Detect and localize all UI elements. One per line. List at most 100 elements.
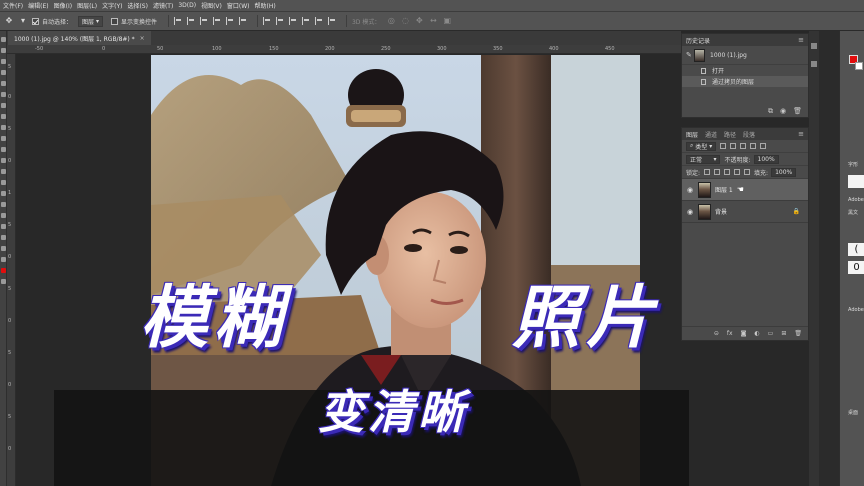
path-select-tool-icon[interactable] <box>1 213 6 218</box>
panel-menu-icon[interactable]: ≡ <box>798 36 804 44</box>
blur-tool-icon[interactable] <box>1 169 6 174</box>
menu-view[interactable]: 视图(V) <box>201 1 222 10</box>
brush-tool-icon[interactable] <box>1 114 6 119</box>
type-tool-icon[interactable] <box>1 202 6 207</box>
tab-channels[interactable]: 通道 <box>705 130 717 139</box>
panel-toggle-icon[interactable] <box>811 61 817 67</box>
quick-select-tool-icon[interactable] <box>1 70 6 75</box>
trash-icon[interactable]: 🗑 <box>793 107 802 115</box>
lock-position-icon[interactable] <box>724 169 731 175</box>
history-item-layer-via-copy[interactable]: 通过拷贝的图层 <box>682 76 808 87</box>
filter-pixel-icon[interactable] <box>720 143 727 149</box>
distribute-left-icon[interactable] <box>301 17 310 25</box>
distribute-bottom-icon[interactable] <box>288 17 297 25</box>
menu-file[interactable]: 文件(F) <box>3 1 23 10</box>
3d-scale-icon[interactable]: ▣ <box>442 16 452 26</box>
fx-icon[interactable]: fx <box>727 330 733 337</box>
menu-edit[interactable]: 编辑(E) <box>28 1 48 10</box>
glyph-box[interactable]: 0 <box>848 261 864 274</box>
marquee-tool-icon[interactable] <box>1 48 6 53</box>
lock-artboard-icon[interactable] <box>734 169 741 175</box>
distribute-middle-icon[interactable] <box>275 17 284 25</box>
eyedropper-tool-icon[interactable] <box>1 92 6 97</box>
lock-transparent-icon[interactable] <box>704 169 711 175</box>
eye-icon[interactable]: ◉ <box>687 208 698 216</box>
3d-roll-icon[interactable]: ◌ <box>400 16 410 26</box>
move-tool-icon[interactable]: ✥ <box>4 16 14 26</box>
background-color-swatch[interactable] <box>855 62 863 70</box>
3d-rotate-icon[interactable]: ◎ <box>386 16 396 26</box>
layer-row-background[interactable]: ◉ 背景 🔒 <box>682 201 808 223</box>
menu-help[interactable]: 帮助(H) <box>255 1 276 10</box>
menu-window[interactable]: 窗口(W) <box>227 1 250 10</box>
hand-tool-icon[interactable] <box>1 235 6 240</box>
stamp-tool-icon[interactable] <box>1 125 6 130</box>
tab-history[interactable]: 历史记录 <box>686 36 710 45</box>
more-tools-icon[interactable] <box>1 257 6 262</box>
align-top-icon[interactable] <box>212 17 221 25</box>
eye-icon[interactable]: ◉ <box>687 186 698 194</box>
foreground-color-swatch[interactable] <box>1 268 6 273</box>
history-snapshot[interactable]: ✎ 1000 (1).jpg <box>682 46 808 65</box>
align-left-icon[interactable] <box>173 17 182 25</box>
tab-paths[interactable]: 路径 <box>724 130 736 139</box>
gradient-tool-icon[interactable] <box>1 158 6 163</box>
tab-layers[interactable]: 图层 <box>686 130 698 139</box>
menu-type[interactable]: 文字(Y) <box>102 1 122 10</box>
menu-select[interactable]: 选择(S) <box>127 1 148 10</box>
menu-filter[interactable]: 滤镜(T) <box>153 1 173 10</box>
lock-image-icon[interactable] <box>714 169 721 175</box>
history-brush-icon[interactable]: ✎ <box>686 51 694 59</box>
align-bottom-icon[interactable] <box>238 17 247 25</box>
camera-icon[interactable]: ◉ <box>780 107 786 115</box>
pen-tool-icon[interactable] <box>1 191 6 196</box>
chevron-down-icon[interactable]: ▾ <box>18 16 28 26</box>
healing-tool-icon[interactable] <box>1 103 6 108</box>
filter-adjustment-icon[interactable] <box>730 143 737 149</box>
panel-toggle-icon[interactable] <box>811 43 817 49</box>
link-layers-icon[interactable]: ⊝ <box>714 330 719 337</box>
auto-select-checkbox[interactable] <box>32 17 39 25</box>
show-transform-checkbox[interactable] <box>110 17 118 25</box>
filter-type-icon[interactable] <box>740 143 747 149</box>
new-document-from-state-icon[interactable]: ⧉ <box>768 107 773 116</box>
align-middle-icon[interactable] <box>225 17 234 25</box>
adjustment-layer-icon[interactable]: ◐ <box>754 330 759 337</box>
trash-icon[interactable]: 🗑 <box>794 330 802 337</box>
document-tab[interactable]: 1000 (1).jpg @ 140% (图层 1, RGB/8#) * × <box>8 31 151 45</box>
shape-tool-icon[interactable] <box>1 224 6 229</box>
new-group-icon[interactable]: ▭ <box>768 330 774 337</box>
layer-name[interactable]: 图层 1 <box>715 185 733 194</box>
align-right-icon[interactable] <box>199 17 208 25</box>
3d-slide-icon[interactable]: ↔ <box>428 16 438 26</box>
add-mask-icon[interactable]: ◙ <box>741 330 747 337</box>
move-tool-icon[interactable] <box>1 37 6 42</box>
blend-mode-select[interactable]: 正常 ▾ <box>686 154 721 164</box>
new-layer-icon[interactable]: ⊞ <box>781 330 786 337</box>
eraser-tool-icon[interactable] <box>1 147 6 152</box>
filter-kind-select[interactable]: ⌕ 类型 ▾ <box>686 141 717 151</box>
filter-smart-object-icon[interactable] <box>760 143 767 149</box>
layer-name[interactable]: 背景 <box>715 207 727 216</box>
auto-select-dropdown[interactable]: 图层 ▾ <box>78 15 103 27</box>
menu-image[interactable]: 图像(I) <box>54 1 72 10</box>
panel-menu-icon[interactable]: ≡ <box>798 130 804 138</box>
tab-paragraph[interactable]: 段落 <box>743 130 755 139</box>
distribute-right-icon[interactable] <box>327 17 336 25</box>
fill-input[interactable]: 100% <box>771 167 797 177</box>
lock-all-icon[interactable] <box>744 169 751 175</box>
zoom-tool-icon[interactable] <box>1 246 6 251</box>
opacity-input[interactable]: 100% <box>753 154 779 164</box>
menu-3d[interactable]: 3D(D) <box>178 2 196 9</box>
close-icon[interactable]: × <box>140 35 145 42</box>
distribute-top-icon[interactable] <box>262 17 271 25</box>
dodge-tool-icon[interactable] <box>1 180 6 185</box>
glyph-box[interactable]: ( <box>848 243 864 256</box>
menu-layer[interactable]: 图层(L) <box>77 1 97 10</box>
filter-shape-icon[interactable] <box>750 143 757 149</box>
history-item-open[interactable]: 打开 <box>682 65 808 76</box>
crop-tool-icon[interactable] <box>1 81 6 86</box>
glyph-preview[interactable] <box>848 175 864 188</box>
3d-pan-icon[interactable]: ✥ <box>414 16 424 26</box>
history-brush-tool-icon[interactable] <box>1 136 6 141</box>
